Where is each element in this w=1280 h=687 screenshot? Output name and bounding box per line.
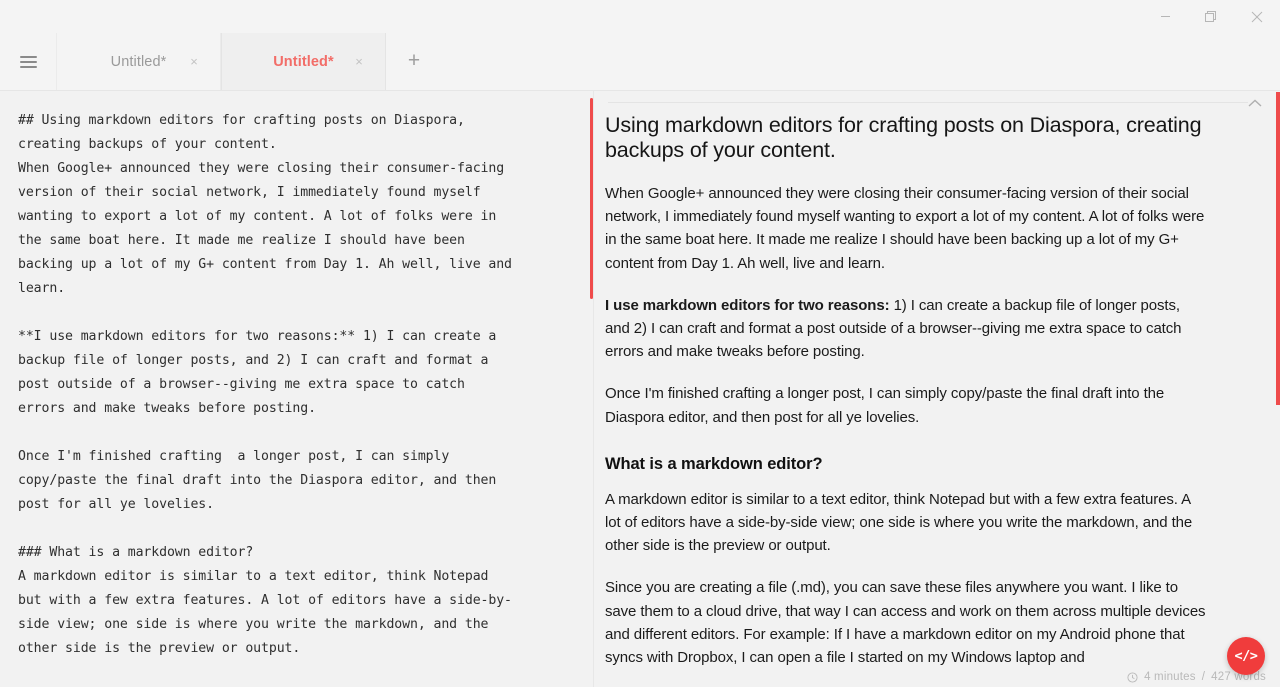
preview-paragraph-4: A markdown editor is similar to a text e… — [605, 490, 1193, 555]
source-code-toggle-button[interactable]: </> — [1227, 637, 1265, 675]
hamburger-menu-button[interactable] — [0, 33, 56, 90]
tab-bar: Untitled* × Untitled* × + — [0, 33, 1280, 91]
preview-top-divider — [608, 102, 1248, 103]
editor-scrollbar-thumb[interactable] — [590, 98, 593, 299]
markdown-source-text[interactable]: ## Using markdown editors for crafting p… — [18, 109, 577, 661]
reading-time-label: 4 minutes — [1144, 671, 1196, 683]
tab-close-icon[interactable]: × — [186, 54, 202, 70]
main-content: ## Using markdown editors for crafting p… — [0, 91, 1280, 687]
tab-list: Untitled* × Untitled* × — [56, 33, 386, 90]
preview-paragraph-2: I use markdown editors for two reasons: … — [605, 294, 1208, 364]
markdown-source-pane[interactable]: ## Using markdown editors for crafting p… — [0, 91, 594, 687]
close-icon[interactable] — [1234, 0, 1280, 33]
clock-icon — [1127, 671, 1138, 683]
preview-paragraph-5: Since you are creating a file (.md), you… — [605, 579, 1206, 667]
app-window: Untitled* × Untitled* × + ## Using markd… — [0, 0, 1280, 687]
preview-paragraph-3: Once I'm finished crafting a longer post… — [605, 385, 1165, 426]
status-separator: / — [1201, 671, 1206, 683]
preview-paragraph-2-bold: I use markdown editors for two reasons: — [605, 296, 890, 314]
new-tab-button[interactable]: + — [386, 33, 442, 90]
title-bar — [0, 0, 1280, 33]
chevron-up-icon[interactable] — [1242, 91, 1268, 115]
hamburger-icon — [19, 55, 37, 68]
minimize-icon[interactable] — [1142, 0, 1188, 33]
preview-heading-2: What is a markdown editor? — [605, 454, 823, 473]
preview-pane: Using markdown editors for crafting post… — [594, 91, 1280, 687]
maximize-restore-icon[interactable] — [1188, 0, 1234, 33]
tab-close-icon[interactable]: × — [351, 54, 367, 70]
preview-paragraph-1: When Google+ announced they were closing… — [605, 185, 1205, 272]
preview-document: Using markdown editors for crafting post… — [605, 113, 1208, 687]
tab-title: Untitled* — [110, 53, 167, 70]
page-scrollbar-thumb[interactable] — [1276, 92, 1280, 405]
tab-untitled-1[interactable]: Untitled* × — [56, 33, 221, 90]
tab-title: Untitled* — [273, 53, 334, 70]
tab-untitled-2[interactable]: Untitled* × — [221, 33, 386, 90]
preview-heading-1: Using markdown editors for crafting post… — [605, 113, 1202, 162]
